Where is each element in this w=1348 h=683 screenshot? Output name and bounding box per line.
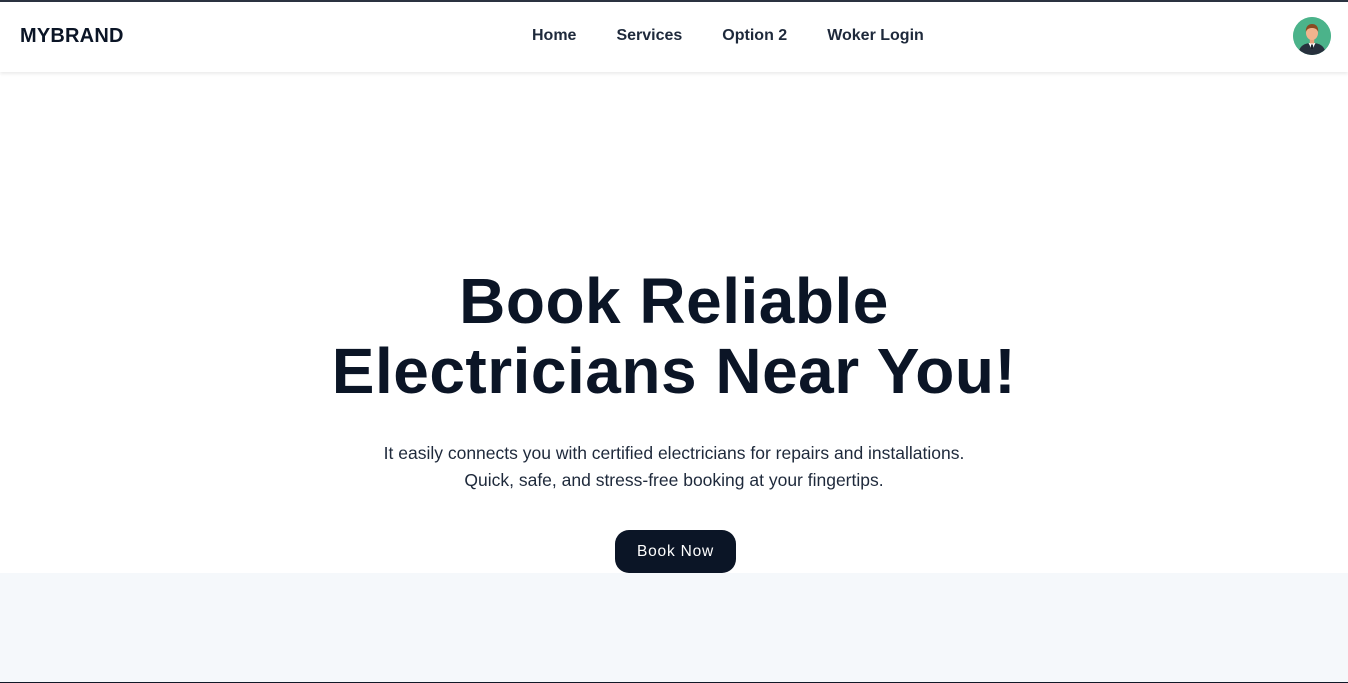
nav-links: Home Services Option 2 Woker Login [532,27,924,45]
navbar: MYBRAND Home Services Option 2 Woker Log… [0,2,1348,72]
hero-subtitle-line-2: Quick, safe, and stress-free booking at … [464,470,884,490]
hero-title: Book Reliable Electricians Near You! [0,266,1348,406]
nav-link-services[interactable]: Services [616,27,682,45]
hero-section: Book Reliable Electricians Near You! It … [0,72,1348,573]
nav-link-worker-login[interactable]: Woker Login [827,27,924,45]
hero-subtitle-line-1: It easily connects you with certified el… [383,443,965,463]
page: MYBRAND Home Services Option 2 Woker Log… [0,0,1348,683]
book-now-button[interactable]: Book Now [615,530,736,573]
nav-link-home[interactable]: Home [532,27,576,45]
user-avatar-icon [1293,17,1331,55]
hero-title-line-1: Book Reliable [459,265,889,337]
hero-subtitle: It easily connects you with certified el… [0,440,1348,494]
brand-logo[interactable]: MYBRAND [20,25,124,48]
lower-section [0,573,1348,682]
nav-link-option-2[interactable]: Option 2 [722,27,787,45]
hero-title-line-2: Electricians Near You! [331,335,1017,407]
user-avatar[interactable] [1293,17,1331,55]
